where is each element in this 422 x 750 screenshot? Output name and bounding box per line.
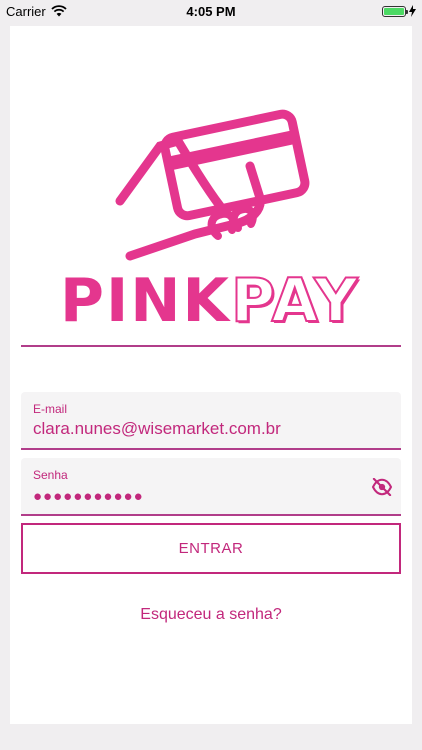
password-label: Senha [33, 468, 68, 482]
email-label: E-mail [33, 402, 68, 416]
eye-off-icon[interactable] [371, 478, 393, 496]
logo-wordmark: PINK PAY [60, 261, 380, 336]
status-bar: Carrier 4:05 PM [0, 0, 422, 22]
battery-icon [381, 5, 408, 17]
login-card: PINK PAY E-mail clara.nunes@wisemarket.c… [10, 26, 412, 724]
wifi-icon [51, 5, 67, 17]
logo-divider [21, 345, 401, 347]
entrar-button[interactable]: ENTRAR [21, 523, 401, 574]
password-input[interactable]: ●●●●●●●●●●● [33, 488, 389, 505]
carrier-label: Carrier [6, 3, 46, 19]
logo-word-pay: PAY [230, 266, 360, 336]
status-left: Carrier [6, 4, 146, 19]
status-time: 4:05 PM [186, 3, 236, 19]
forgot-password-link[interactable]: Esqueceu a senha? [10, 606, 412, 624]
hand-card-icon [115, 109, 310, 261]
charging-bolt-icon [408, 5, 416, 17]
status-right [276, 5, 416, 17]
logo-word-pink: PINK [60, 266, 232, 336]
email-input[interactable]: clara.nunes@wisemarket.com.br [33, 419, 389, 439]
email-field[interactable]: E-mail clara.nunes@wisemarket.com.br [21, 392, 401, 450]
password-field[interactable]: Senha ●●●●●●●●●●● [21, 458, 401, 516]
battery-fill [383, 7, 404, 15]
pinkpay-logo: PINK PAY [10, 106, 412, 332]
